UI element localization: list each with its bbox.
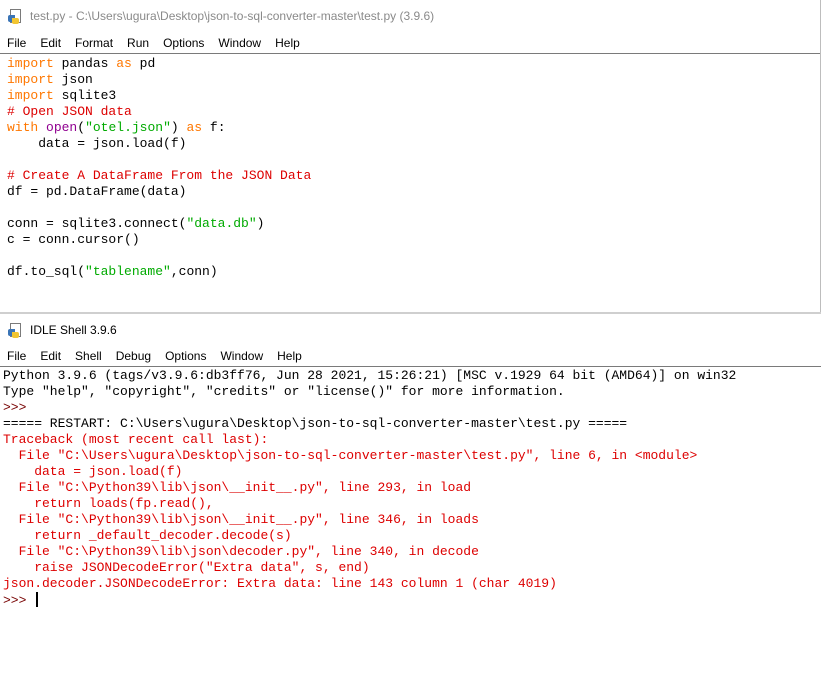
shell-line: json.decoder.JSONDecodeError: Extra data…: [3, 576, 821, 592]
editor-menu-edit[interactable]: Edit: [40, 36, 61, 50]
code-token: with: [7, 120, 39, 135]
code-token: import: [7, 72, 54, 87]
code-token: return loads(fp.read(),: [3, 496, 214, 511]
shell-menu-edit[interactable]: Edit: [40, 349, 61, 363]
code-line: with open("otel.json") as f:: [7, 120, 820, 136]
code-token: Type "help", "copyright", "credits" or "…: [3, 384, 565, 399]
code-token: raise JSONDecodeError("Extra data", s, e…: [3, 560, 370, 575]
code-token: ): [170, 120, 187, 135]
shell-menu-shell[interactable]: Shell: [75, 349, 102, 363]
shell-menu-options[interactable]: Options: [165, 349, 206, 363]
shell-line: raise JSONDecodeError("Extra data", s, e…: [3, 560, 821, 576]
code-token: sqlite3: [53, 88, 117, 103]
code-line: import pandas as pd: [7, 56, 820, 72]
shell-menu-help[interactable]: Help: [277, 349, 302, 363]
code-token: data = json.load(f): [3, 464, 183, 479]
code-token: open: [46, 120, 78, 135]
code-token: pandas: [53, 56, 117, 71]
editor-window-title: test.py - C:\Users\ugura\Desktop\json-to…: [30, 9, 435, 23]
code-token: # Create A DataFrame From the JSON Data: [7, 168, 312, 183]
editor-code-area[interactable]: import pandas as pd import json import sql…: [0, 54, 820, 280]
shell-line: >>>: [3, 592, 821, 608]
idle-file-icon: [8, 8, 23, 24]
code-token: Traceback (most recent call last):: [3, 432, 269, 447]
code-token: # Open JSON data: [7, 104, 132, 119]
editor-window: test.py - C:\Users\ugura\Desktop\json-to…: [0, 0, 821, 312]
shell-line: >>>: [3, 400, 821, 416]
code-token: c = conn.cursor(): [7, 232, 140, 247]
code-token: ===== RESTART: C:\Users\ugura\Desktop\js…: [3, 416, 628, 431]
code-token: pd: [131, 56, 156, 71]
code-token: data = json.load(f): [7, 136, 187, 151]
shell-line: return _default_decoder.decode(s): [3, 528, 821, 544]
code-token: f:: [202, 120, 226, 135]
code-token: File "C:\Python39\lib\json\decoder.py", …: [3, 544, 479, 559]
code-line: import json: [7, 72, 820, 88]
code-token: return _default_decoder.decode(s): [3, 528, 292, 543]
shell-line: Python 3.9.6 (tags/v3.9.6:db3ff76, Jun 2…: [3, 368, 821, 384]
code-token: json: [53, 72, 93, 87]
code-token: conn = sqlite3.connect(: [7, 216, 187, 231]
code-token: import: [7, 56, 54, 71]
idle-shell-icon: [8, 322, 23, 338]
shell-line: ===== RESTART: C:\Users\ugura\Desktop\js…: [3, 416, 821, 432]
shell-line: File "C:\Python39\lib\json\__init__.py",…: [3, 512, 821, 528]
code-token: as: [116, 56, 132, 71]
shell-menu-file[interactable]: File: [7, 349, 26, 363]
code-token: File "C:\Users\ugura\Desktop\json-to-sql…: [3, 448, 698, 463]
code-token: Python 3.9.6 (tags/v3.9.6:db3ff76, Jun 2…: [3, 368, 737, 383]
shell-line: File "C:\Users\ugura\Desktop\json-to-sql…: [3, 448, 821, 464]
shell-line: Type "help", "copyright", "credits" or "…: [3, 384, 821, 400]
code-token: as: [186, 120, 203, 135]
shell-window-title: IDLE Shell 3.9.6: [30, 323, 117, 337]
code-token: ): [256, 216, 265, 231]
shell-menubar: File Edit Shell Debug Options Window Hel…: [0, 346, 821, 367]
editor-menu-format[interactable]: Format: [75, 36, 113, 50]
code-line: conn = sqlite3.connect("data.db"): [7, 216, 820, 232]
code-line: df = pd.DataFrame(data): [7, 184, 820, 200]
shell-line: Traceback (most recent call last):: [3, 432, 821, 448]
editor-menu-options[interactable]: Options: [163, 36, 204, 50]
code-line: data = json.load(f): [7, 136, 820, 152]
code-line: # Create A DataFrame From the JSON Data: [7, 168, 820, 184]
code-line: df.to_sql("tablename",conn): [7, 264, 820, 280]
code-line: # Open JSON data: [7, 104, 820, 120]
shell-menu-window[interactable]: Window: [220, 349, 263, 363]
shell-line: return loads(fp.read(),: [3, 496, 821, 512]
editor-title-bar[interactable]: test.py - C:\Users\ugura\Desktop\json-to…: [0, 0, 820, 32]
editor-menu-help[interactable]: Help: [275, 36, 300, 50]
shell-title-bar[interactable]: IDLE Shell 3.9.6: [0, 314, 821, 346]
shell-window: IDLE Shell 3.9.6 File Edit Shell Debug O…: [0, 314, 821, 695]
shell-line: File "C:\Python39\lib\json\__init__.py",…: [3, 480, 821, 496]
code-token: df = pd.DataFrame(data): [7, 184, 187, 199]
code-token: File "C:\Python39\lib\json\__init__.py",…: [3, 512, 479, 527]
editor-menubar: File Edit Format Run Options Window Help: [0, 32, 820, 54]
code-token: (: [77, 120, 86, 135]
code-token: "tablename": [85, 264, 171, 279]
editor-menu-file[interactable]: File: [7, 36, 26, 50]
editor-menu-window[interactable]: Window: [218, 36, 261, 50]
code-token: >>>: [3, 593, 35, 608]
shell-line: File "C:\Python39\lib\json\decoder.py", …: [3, 544, 821, 560]
code-token: json.decoder.JSONDecodeError: Extra data…: [3, 576, 557, 591]
shell-line: data = json.load(f): [3, 464, 821, 480]
code-line: c = conn.cursor(): [7, 232, 820, 248]
shell-menu-debug[interactable]: Debug: [116, 349, 151, 363]
editor-menu-run[interactable]: Run: [127, 36, 149, 50]
code-token: df.to_sql(: [7, 264, 86, 279]
shell-output-area[interactable]: Python 3.9.6 (tags/v3.9.6:db3ff76, Jun 2…: [0, 367, 821, 608]
code-line: import sqlite3: [7, 88, 820, 104]
code-token: File "C:\Python39\lib\json\__init__.py",…: [3, 480, 472, 495]
code-token: "otel.json": [85, 120, 171, 135]
text-cursor: [36, 592, 39, 607]
code-token: import: [7, 88, 54, 103]
code-token: ,conn): [170, 264, 218, 279]
code-token: >>>: [3, 400, 35, 415]
code-token: "data.db": [186, 216, 257, 231]
